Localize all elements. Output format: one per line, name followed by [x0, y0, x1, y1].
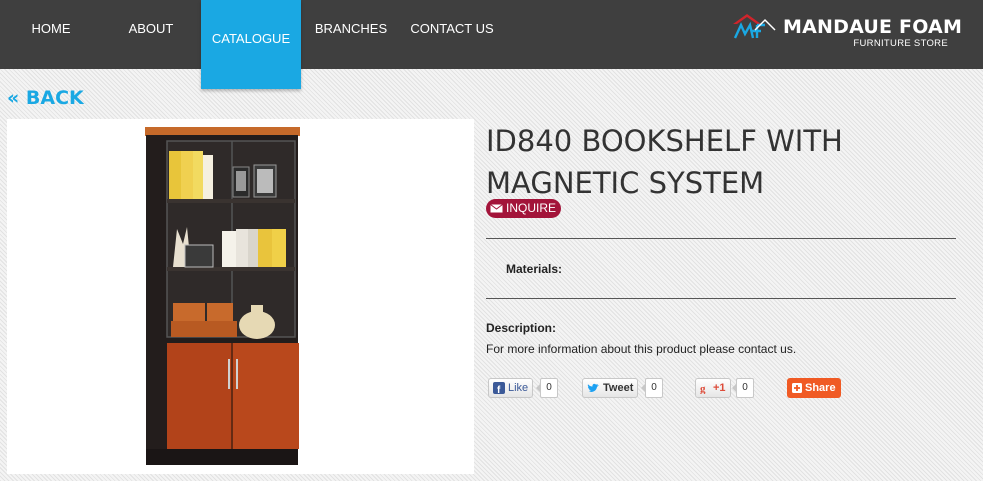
google-plus-button[interactable]: g +1: [695, 378, 731, 398]
description-text: For more information about this product …: [486, 342, 797, 356]
nav-branches[interactable]: BRANCHES: [313, 0, 389, 57]
facebook-icon: f: [493, 382, 505, 394]
tweet-button[interactable]: Tweet: [582, 378, 639, 398]
plus-square-icon: [792, 383, 802, 393]
brand-tagline: FURNITURE STORE: [853, 38, 948, 49]
twitter-bird-icon: [587, 383, 599, 392]
google-plus-label: +1: [713, 382, 726, 394]
brand-name: MANDAUE FOAM: [783, 16, 963, 38]
divider-top: [486, 238, 956, 239]
facebook-like-button[interactable]: f Like: [488, 378, 534, 398]
product-image: [7, 119, 474, 474]
materials-label: Materials:: [506, 262, 563, 276]
bookshelf-image: [145, 127, 300, 465]
mf-logo-icon: [733, 14, 776, 39]
nav-home[interactable]: HOME: [18, 0, 84, 57]
facebook-like-count: 0: [536, 378, 558, 398]
brand-logo[interactable]: MANDAUE FOAM FURNITURE STORE: [731, 12, 962, 52]
sharethis-button[interactable]: Share: [787, 378, 841, 398]
google-plus-count: 0: [732, 378, 754, 398]
top-navbar: HOME ABOUT CATALOGUE BRANCHES CONTACT US…: [0, 0, 983, 89]
envelope-icon: [490, 204, 503, 213]
description-label: Description:: [486, 321, 557, 335]
divider-bottom: [486, 298, 956, 299]
back-link[interactable]: « BACK: [7, 87, 84, 109]
inquire-button[interactable]: INQUIRE: [486, 199, 562, 218]
nav-about[interactable]: ABOUT: [118, 0, 184, 57]
nav-contact-us[interactable]: CONTACT US: [408, 0, 496, 57]
svg-text:g: g: [700, 383, 706, 394]
tweet-label: Tweet: [603, 382, 634, 394]
facebook-like-label: Like: [508, 382, 529, 394]
tweet-count: 0: [641, 378, 663, 398]
nav-catalogue[interactable]: CATALOGUE: [201, 0, 301, 89]
sharethis-label: Share: [805, 382, 836, 394]
product-title: ID840 BOOKSHELF WITH MAGNETIC SYSTEM: [486, 124, 843, 200]
inquire-label: INQUIRE: [506, 201, 557, 215]
google-plus-icon: g: [700, 383, 706, 394]
